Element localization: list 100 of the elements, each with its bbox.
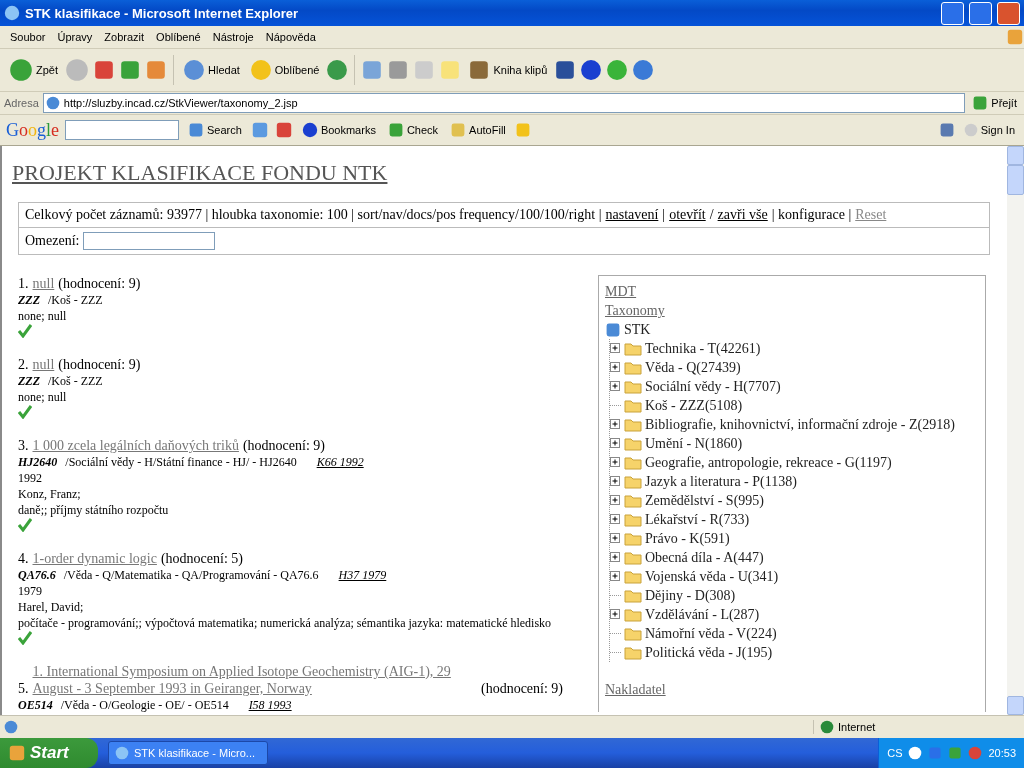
check-button[interactable]: Check <box>384 120 442 140</box>
tree-item[interactable]: Obecná díla - A(447) <box>645 548 764 567</box>
call-number: H37 1979 <box>338 568 387 582</box>
google-search-button[interactable]: Search <box>185 120 245 140</box>
menu-item[interactable]: Oblíbené <box>150 31 207 43</box>
google-logo: Google <box>6 119 59 141</box>
call-number: K66 1992 <box>316 455 364 469</box>
menu-item[interactable]: Zobrazit <box>98 31 151 43</box>
back-button[interactable]: Zpět <box>6 56 61 84</box>
minimize-button[interactable] <box>941 1 964 25</box>
expand-icon[interactable] <box>610 457 621 468</box>
tree-item[interactable]: Zemědělství - S(995) <box>645 491 764 510</box>
zone-label: Internet <box>838 721 876 733</box>
bookmarks-button[interactable]: Bookmarks <box>298 120 379 140</box>
scrollbar[interactable] <box>1007 146 1024 715</box>
expand-icon[interactable] <box>610 571 621 582</box>
folder-icon <box>624 645 642 660</box>
record-code: ZZZ <box>18 293 40 307</box>
page-heading[interactable]: PROJEKT KLASIFIKACE FONDU NTK <box>12 160 388 186</box>
record-title-link[interactable]: 1-order dynamic logic <box>32 550 157 567</box>
folder-icon <box>624 588 642 603</box>
record-code: ZZZ <box>18 374 40 388</box>
folder-icon <box>624 474 642 489</box>
record-path: /Koš - ZZZ <box>48 293 103 307</box>
expand-icon[interactable] <box>610 343 621 354</box>
go-button[interactable]: Přejít <box>969 93 1020 113</box>
panel-link[interactable]: MDT <box>605 282 637 301</box>
start-button[interactable]: Start <box>0 738 98 768</box>
tree-item[interactable]: Politická věda - J(195) <box>645 643 773 662</box>
expand-icon[interactable] <box>610 533 621 544</box>
record-rating: (hodnocení: 9) <box>58 356 141 373</box>
folder-icon <box>624 626 642 641</box>
expand-icon[interactable] <box>610 552 621 563</box>
info-link[interactable]: nastavení <box>605 207 659 223</box>
clipbook-button[interactable]: Kniha klipů <box>465 57 551 83</box>
record-path: /Sociální vědy - H/Státní finance - HJ/ - HJ2640 <box>65 455 297 469</box>
tree-item[interactable]: Jazyk a literatura - P(1138) <box>645 472 797 491</box>
tree-item[interactable]: Vzdělávání - L(287) <box>645 605 760 624</box>
record-detail: 1992 <box>18 470 43 486</box>
panel-link[interactable]: Taxonomy <box>605 301 665 320</box>
tree-item[interactable]: Věda - Q(27439) <box>645 358 741 377</box>
maximize-button[interactable] <box>969 1 992 25</box>
record-path: /Koš - ZZZ <box>48 374 103 388</box>
google-search-field[interactable] <box>65 120 179 140</box>
record-number: 1. <box>18 275 29 292</box>
info-link[interactable]: otevřít <box>669 207 706 223</box>
info-link[interactable]: zavři vše <box>717 207 768 223</box>
record-rating: (hodnocení: 9) <box>480 680 563 697</box>
record-number: 4. <box>18 550 29 567</box>
tree-item[interactable]: Bibliografie, knihovnictví, informační zdroje - Z(2918) <box>645 415 955 434</box>
panel-link[interactable]: Nakladatel <box>605 680 666 699</box>
expand-icon[interactable] <box>610 381 621 392</box>
tree-item[interactable]: Koš - ZZZ(5108) <box>645 396 743 415</box>
folder-icon <box>624 550 642 565</box>
autofill-button[interactable]: AutoFill <box>447 120 509 140</box>
record-path: /Věda - O/Geologie - OE/ - OE514 <box>60 698 229 712</box>
expand-icon[interactable] <box>610 476 621 487</box>
folder-icon <box>624 512 642 527</box>
folder-icon <box>624 455 642 470</box>
filter-field[interactable] <box>83 232 216 250</box>
tree-item[interactable]: Dějiny - D(308) <box>645 586 736 605</box>
menu-item[interactable]: Úpravy <box>51 31 99 43</box>
expand-icon[interactable] <box>610 495 621 506</box>
favorites-button[interactable]: Oblíbené <box>246 57 323 83</box>
tree-item[interactable]: Námořní věda - V(224) <box>645 624 777 643</box>
folder-icon <box>624 360 642 375</box>
record-title-link[interactable]: null <box>32 356 55 373</box>
tree-item[interactable]: Lékařství - R(733) <box>645 510 750 529</box>
tree-item[interactable]: Umění - N(1860) <box>645 434 743 453</box>
tree-root[interactable]: STK <box>624 320 651 339</box>
info-link[interactable]: Reset <box>855 207 887 223</box>
taskbar-window-button[interactable]: STK klasifikace - Micro... <box>108 741 268 765</box>
address-field[interactable]: http://sluzby.incad.cz/StkViewer/taxonomy_2.jsp <box>42 93 966 113</box>
call-number: I58 1993 <box>248 698 292 712</box>
record-title-link[interactable]: 1. International Symposium on Applied Isotope Geochemistry (AIG-1), 29 August - 3 September 1993 in Geiranger, Norway <box>32 663 477 697</box>
tree-item[interactable]: Vojenská věda - U(341) <box>645 567 779 586</box>
expand-icon[interactable] <box>610 514 621 525</box>
find-button[interactable]: Hledat <box>180 57 243 83</box>
clock: 20:53 <box>988 747 1016 759</box>
filter-label: Omezení: <box>25 233 80 249</box>
expand-icon[interactable] <box>610 438 621 449</box>
menu-item[interactable]: Soubor <box>4 31 52 43</box>
folder-icon <box>624 379 642 394</box>
folder-icon <box>624 398 642 413</box>
record-title-link[interactable]: 1 000 zcela legálních daňových triků <box>32 437 239 454</box>
expand-icon[interactable] <box>610 419 621 430</box>
tree-item[interactable]: Sociální vědy - H(7707) <box>645 377 781 396</box>
expand-icon[interactable] <box>610 362 621 373</box>
tree-item[interactable]: Technika - T(42261) <box>645 339 761 358</box>
tree-item[interactable]: Právo - K(591) <box>645 529 730 548</box>
menu-item[interactable]: Nástroje <box>206 31 260 43</box>
record-title-link[interactable]: null <box>32 275 55 292</box>
expand-icon[interactable] <box>610 609 621 620</box>
tree-item[interactable]: Geografie, antropologie, rekreace - G(1197) <box>645 453 892 472</box>
menu-item[interactable]: Nápověda <box>259 31 322 43</box>
language-indicator: CS <box>887 747 903 759</box>
record-detail: počítače - programování;; výpočtová matematika; numerická analýza; sémantika jazyka: matematické hledisko <box>18 615 553 631</box>
close-button[interactable] <box>997 1 1020 25</box>
record-path: /Věda - Q/Matematika - QA/Programování - QA76.6 <box>63 568 319 582</box>
sign-in-button[interactable]: Sign In <box>960 121 1018 139</box>
